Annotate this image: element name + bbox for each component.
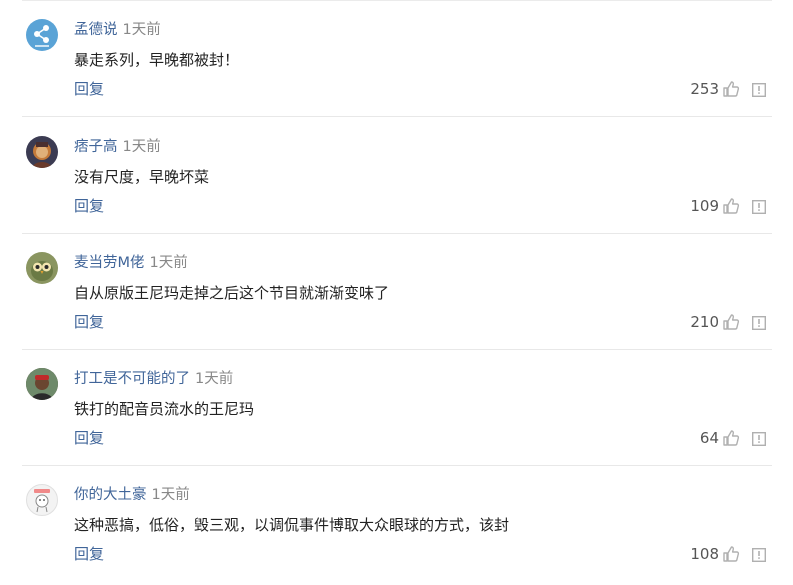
like-button[interactable]: 253 [690,77,740,101]
comment-item: 你的大土豪 1天前 这种恶搞，低俗，毁三观，以调侃事件博取大众眼球的方式，该封 回… [0,465,793,581]
comment-item: 孟德说 1天前 暴走系列，早晚都被封！ 回复 253 [0,0,793,117]
report-button[interactable] [752,548,766,562]
comment-meta: 打工是不可能的了 1天前 [74,368,233,390]
comment-text: 自从原版王尼玛走掉之后这个节目就渐渐变味了 [74,284,390,302]
username-link[interactable]: 痞子高 [74,139,118,155]
reply-button[interactable]: 回复 [74,310,104,334]
comment-text: 暴走系列，早晚都被封！ [74,51,240,69]
avatar[interactable] [26,252,58,284]
like-count: 253 [690,80,719,98]
like-button[interactable]: 64 [700,426,740,450]
username-link[interactable]: 麦当劳M佬 [74,255,145,271]
reply-button[interactable]: 回复 [74,194,104,218]
thumbs-up-icon [723,546,740,562]
comment-meta: 麦当劳M佬 1天前 [74,252,188,274]
username-link[interactable]: 打工是不可能的了 [74,371,190,387]
comment-item: 痞子高 1天前 没有尺度，早晚坏菜 回复 109 [0,117,793,234]
like-count: 210 [690,313,719,331]
reply-button[interactable]: 回复 [74,426,104,450]
thumbs-up-icon [723,81,740,97]
like-button[interactable]: 108 [690,542,740,566]
report-button[interactable] [752,432,766,446]
user-photo-icon [32,142,52,168]
share-icon [34,25,49,47]
comment-item: 麦当劳M佬 1天前 自从原版王尼玛走掉之后这个节目就渐渐变味了 回复 210 [0,233,793,350]
like-count: 108 [690,545,719,563]
thumbs-up-icon [723,430,740,446]
like-count: 109 [690,197,719,215]
comment-text: 这种恶搞，低俗，毁三观，以调侃事件博取大众眼球的方式，该封 [74,516,510,534]
report-button[interactable] [752,83,766,97]
comment-meta: 孟德说 1天前 [74,19,161,41]
report-icon [752,83,766,97]
username-link[interactable]: 孟德说 [74,22,118,38]
timestamp: 1天前 [149,255,188,271]
report-icon [752,316,766,330]
comment-meta: 痞子高 1天前 [74,136,161,158]
like-button[interactable]: 210 [690,310,740,334]
like-button[interactable]: 109 [690,194,740,218]
timestamp: 1天前 [122,139,161,155]
timestamp: 1天前 [151,487,190,503]
report-icon [752,432,766,446]
avatar[interactable] [26,19,58,51]
owl-icon [31,261,53,281]
timestamp: 1天前 [195,371,234,387]
reply-button[interactable]: 回复 [74,542,104,566]
report-icon [752,548,766,562]
comment-meta: 你的大土豪 1天前 [74,484,190,506]
avatar[interactable] [26,368,58,400]
user-photo-icon [26,368,58,400]
thumbs-up-icon [723,198,740,214]
report-icon [752,200,766,214]
report-button[interactable] [752,200,766,214]
avatar[interactable] [26,484,58,516]
comment-text: 铁打的配音员流水的王尼玛 [74,400,255,418]
thumbs-up-icon [723,314,740,330]
like-count: 64 [699,429,719,447]
cartoon-avatar-icon [34,489,50,513]
comment-text: 没有尺度，早晚坏菜 [74,168,210,186]
avatar[interactable] [26,136,58,168]
reply-button[interactable]: 回复 [74,77,104,101]
timestamp: 1天前 [122,22,161,38]
report-button[interactable] [752,316,766,330]
comment-item: 打工是不可能的了 1天前 铁打的配音员流水的王尼玛 回复 64 [0,349,793,466]
username-link[interactable]: 你的大土豪 [74,487,147,503]
